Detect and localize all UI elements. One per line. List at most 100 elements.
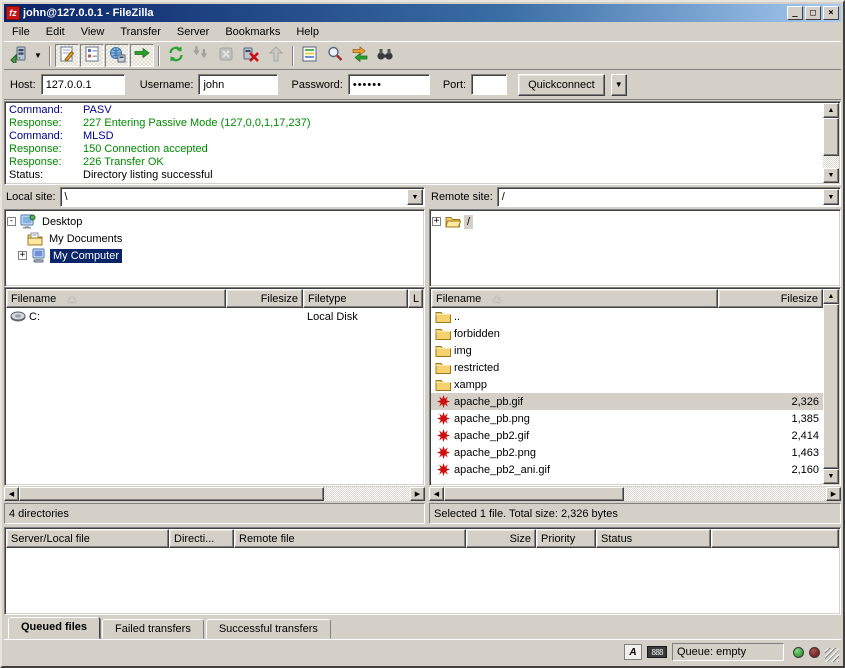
scroll-left-button[interactable]: ◀: [4, 487, 19, 501]
scroll-left-button[interactable]: ◀: [429, 487, 444, 501]
host-input[interactable]: [41, 74, 125, 95]
remote-horizontal-scrollbar[interactable]: ◀ ▶: [429, 487, 841, 501]
list-item-folder[interactable]: img: [431, 342, 823, 359]
column-header-filesize[interactable]: Filesize: [718, 289, 823, 308]
find-files-button[interactable]: [373, 44, 397, 67]
scroll-thumb[interactable]: [444, 487, 624, 501]
column-header-filetype[interactable]: Filetype: [303, 289, 408, 308]
log-scrollbar[interactable]: ▲ ▼: [823, 103, 839, 183]
menu-file[interactable]: File: [4, 23, 38, 41]
maximize-button[interactable]: □: [805, 6, 821, 20]
reconnect-button[interactable]: [264, 44, 288, 67]
site-manager-button[interactable]: [6, 44, 30, 67]
username-input[interactable]: [198, 74, 278, 95]
column-header-filename[interactable]: Filename: [431, 289, 718, 308]
password-input[interactable]: [348, 74, 430, 95]
scroll-down-button[interactable]: ▼: [823, 469, 839, 484]
tree-item-root[interactable]: + /: [432, 213, 838, 230]
scroll-up-button[interactable]: ▲: [823, 103, 839, 118]
list-item-folder[interactable]: xampp: [431, 376, 823, 393]
column-header-filesize[interactable]: Filesize: [226, 289, 303, 308]
tree-item-my-computer[interactable]: + My Computer: [7, 247, 422, 264]
remote-list-body[interactable]: .. forbidden img restricted: [431, 308, 823, 484]
quickconnect-dropdown-button[interactable]: ▼: [611, 74, 627, 96]
scroll-thumb[interactable]: [823, 304, 839, 469]
scroll-thumb[interactable]: [823, 118, 839, 156]
list-item-file[interactable]: apache_pb2_ani.gif 2,160: [431, 461, 823, 478]
local-list-body[interactable]: C: Local Disk: [6, 308, 423, 484]
list-item-folder[interactable]: forbidden: [431, 325, 823, 342]
column-header-direction[interactable]: Directi...: [169, 529, 234, 548]
column-header-server-local-file[interactable]: Server/Local file: [6, 529, 169, 548]
speed-limits-icon[interactable]: 888: [647, 646, 667, 658]
resize-grip[interactable]: [825, 648, 839, 662]
message-log[interactable]: Command:PASV Response:227 Entering Passi…: [4, 101, 841, 185]
transfer-queue[interactable]: Server/Local file Directi... Remote file…: [4, 527, 841, 615]
expand-toggle[interactable]: +: [18, 251, 27, 260]
quickconnect-button[interactable]: Quickconnect: [518, 74, 605, 96]
expand-toggle[interactable]: +: [432, 217, 441, 226]
menu-edit[interactable]: Edit: [38, 23, 73, 41]
list-item-file-selected[interactable]: apache_pb.gif 2,326: [431, 393, 823, 410]
queue-body[interactable]: [6, 548, 839, 613]
tab-queued-files[interactable]: Queued files: [8, 617, 100, 639]
tree-item-desktop[interactable]: - Desktop: [7, 213, 422, 230]
list-item-folder[interactable]: ..: [431, 308, 823, 325]
list-item-drive-c[interactable]: C: Local Disk: [6, 308, 423, 325]
column-header-priority[interactable]: Priority: [536, 529, 596, 548]
menu-bookmarks[interactable]: Bookmarks: [217, 23, 288, 41]
tab-successful-transfers[interactable]: Successful transfers: [206, 619, 331, 639]
list-item-file[interactable]: apache_pb2.png 1,463: [431, 444, 823, 461]
list-item-file[interactable]: apache_pb2.gif 2,414: [431, 427, 823, 444]
remote-file-list[interactable]: Filename Filesize .. forbidden img: [429, 287, 841, 486]
list-item-folder[interactable]: restricted: [431, 359, 823, 376]
file-type: Local Disk: [303, 308, 408, 325]
menu-view[interactable]: View: [73, 23, 113, 41]
titlebar[interactable]: fz john@127.0.0.1 - FileZilla _ □ ×: [4, 4, 841, 22]
menu-server[interactable]: Server: [169, 23, 217, 41]
synchronized-browsing-button[interactable]: [348, 44, 372, 67]
menu-help[interactable]: Help: [288, 23, 327, 41]
remote-site-combo-button[interactable]: ▼: [823, 189, 839, 205]
directory-comparison-button[interactable]: [323, 44, 347, 67]
site-manager-dropdown-button[interactable]: ▼: [31, 44, 45, 67]
column-header-last-modified[interactable]: L: [408, 289, 423, 308]
process-queue-button[interactable]: [189, 44, 213, 67]
column-header-remote-file[interactable]: Remote file: [234, 529, 466, 548]
collapse-toggle[interactable]: -: [7, 217, 16, 226]
tab-failed-transfers[interactable]: Failed transfers: [102, 619, 204, 639]
local-tree[interactable]: - Desktop My Documents + My Computer: [4, 209, 425, 287]
scroll-right-button[interactable]: ▶: [826, 487, 841, 501]
column-header-filename[interactable]: Filename: [6, 289, 226, 308]
log-line: Response:150 Connection accepted: [9, 143, 822, 156]
column-header-status[interactable]: Status: [596, 529, 711, 548]
list-item-file[interactable]: apache_pb.png 1,385: [431, 410, 823, 427]
disconnect-button[interactable]: [239, 44, 263, 67]
local-horizontal-scrollbar[interactable]: ◀ ▶: [4, 487, 425, 501]
toggle-queue-button[interactable]: [130, 44, 154, 67]
minimize-button[interactable]: _: [787, 6, 803, 20]
scroll-up-button[interactable]: ▲: [823, 289, 839, 304]
local-site-combo-button[interactable]: ▼: [407, 189, 423, 205]
scroll-right-button[interactable]: ▶: [410, 487, 425, 501]
menu-transfer[interactable]: Transfer: [112, 23, 169, 41]
local-site-combo[interactable]: \ ▼: [60, 187, 425, 207]
column-header-size[interactable]: Size: [466, 529, 536, 548]
filter-button[interactable]: [298, 44, 322, 67]
tree-item-my-documents[interactable]: My Documents: [7, 230, 422, 247]
remote-vertical-scrollbar[interactable]: ▲ ▼: [823, 289, 839, 484]
refresh-button[interactable]: [164, 44, 188, 67]
remote-tree[interactable]: + /: [429, 209, 841, 287]
scroll-down-button[interactable]: ▼: [823, 168, 839, 183]
cancel-button[interactable]: [214, 44, 238, 67]
close-button[interactable]: ×: [823, 6, 839, 20]
window-title: john@127.0.0.1 - FileZilla: [23, 7, 787, 19]
toggle-remote-tree-button[interactable]: [105, 44, 129, 67]
toggle-log-button[interactable]: [55, 44, 79, 67]
toggle-local-tree-button[interactable]: [80, 44, 104, 67]
local-file-list[interactable]: Filename Filesize Filetype L C: Local Di…: [4, 287, 425, 486]
remote-site-combo[interactable]: / ▼: [497, 187, 841, 207]
scroll-thumb[interactable]: [19, 487, 324, 501]
transfer-type-indicator-icon[interactable]: A: [624, 644, 642, 660]
port-input[interactable]: [471, 74, 507, 95]
